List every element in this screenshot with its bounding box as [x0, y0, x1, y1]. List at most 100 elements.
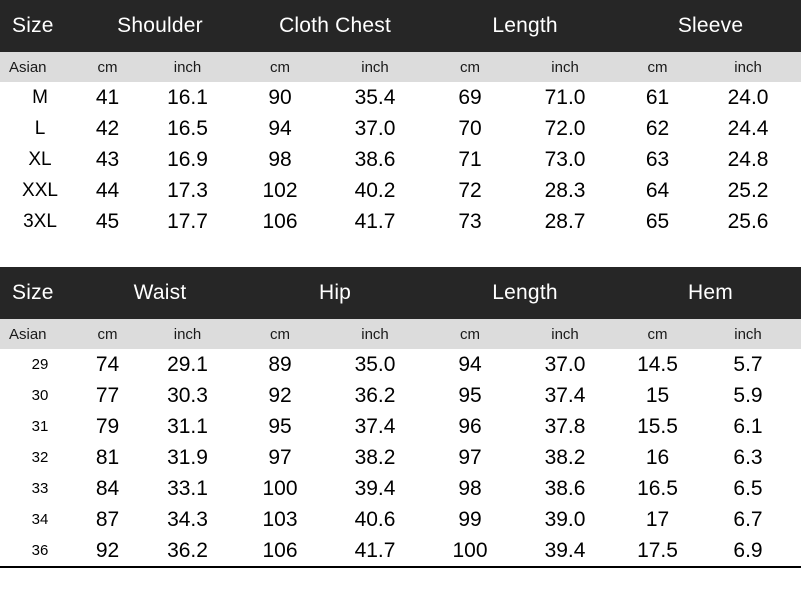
cell-length-inch: 39.0 — [510, 504, 621, 535]
group-header-length: Length — [430, 267, 621, 319]
cell-chest-inch: 40.2 — [320, 175, 431, 206]
cell-shoulder-inch: 16.1 — [135, 82, 241, 113]
cell-hem-inch: 6.5 — [695, 473, 801, 504]
top-size-chart-table: Size Shoulder Cloth Chest Length Sleeve … — [0, 0, 801, 237]
unit-header-hip-inch: inch — [320, 319, 431, 349]
cell-length-cm: 70 — [430, 113, 511, 144]
unit-header-asian: Asian — [0, 52, 80, 82]
cell-chest-inch: 41.7 — [320, 206, 431, 237]
bottom-spacer — [0, 568, 801, 575]
cell-hip-inch: 35.0 — [320, 349, 431, 380]
cell-hem-cm: 15 — [620, 380, 696, 411]
cell-waist-inch: 30.3 — [135, 380, 241, 411]
cell-sleeve-cm: 65 — [620, 206, 696, 237]
group-header-row: Size Waist Hip Length Hem — [0, 267, 801, 319]
row-size-label: 34 — [0, 504, 80, 535]
cell-shoulder-inch: 16.9 — [135, 144, 241, 175]
unit-header-hem-inch: inch — [695, 319, 801, 349]
cell-hip-cm: 103 — [240, 504, 321, 535]
row-size-label: XXL — [0, 175, 80, 206]
table-row: 33 84 33.1 100 39.4 98 38.6 16.5 6.5 — [0, 473, 801, 504]
table-row: 34 87 34.3 103 40.6 99 39.0 17 6.7 — [0, 504, 801, 535]
cell-hip-cm: 100 — [240, 473, 321, 504]
row-size-label: 3XL — [0, 206, 80, 237]
cell-length-cm: 99 — [430, 504, 511, 535]
cell-waist-cm: 74 — [80, 349, 135, 380]
cell-sleeve-cm: 61 — [620, 82, 696, 113]
cell-shoulder-inch: 17.7 — [135, 206, 241, 237]
cell-length-inch: 38.6 — [510, 473, 621, 504]
unit-header-shoulder-cm: cm — [80, 52, 135, 82]
cell-waist-cm: 79 — [80, 411, 135, 442]
row-size-label: 30 — [0, 380, 80, 411]
cell-hip-cm: 89 — [240, 349, 321, 380]
group-header-row: Size Shoulder Cloth Chest Length Sleeve — [0, 0, 801, 52]
cell-sleeve-cm: 63 — [620, 144, 696, 175]
cell-hem-inch: 6.3 — [695, 442, 801, 473]
cell-shoulder-cm: 43 — [80, 144, 135, 175]
row-size-label: 33 — [0, 473, 80, 504]
table-row: M 41 16.1 90 35.4 69 71.0 61 24.0 — [0, 82, 801, 113]
cell-length-cm: 72 — [430, 175, 511, 206]
cell-length-inch: 71.0 — [510, 82, 621, 113]
cell-hem-cm: 15.5 — [620, 411, 696, 442]
unit-header-length-cm: cm — [430, 319, 511, 349]
unit-header-hem-cm: cm — [620, 319, 696, 349]
table-row: 32 81 31.9 97 38.2 97 38.2 16 6.3 — [0, 442, 801, 473]
cell-sleeve-inch: 24.4 — [695, 113, 801, 144]
group-header-size: Size — [0, 0, 80, 52]
row-size-label: 32 — [0, 442, 80, 473]
cell-length-cm: 73 — [430, 206, 511, 237]
cell-hem-inch: 6.7 — [695, 504, 801, 535]
cell-sleeve-cm: 62 — [620, 113, 696, 144]
unit-header-sleeve-cm: cm — [620, 52, 696, 82]
table-separator-gap — [0, 237, 801, 267]
cell-length-cm: 96 — [430, 411, 511, 442]
table-row: XXL 44 17.3 102 40.2 72 28.3 64 25.2 — [0, 175, 801, 206]
group-header-shoulder: Shoulder — [80, 0, 241, 52]
cell-shoulder-cm: 42 — [80, 113, 135, 144]
cell-hem-inch: 5.9 — [695, 380, 801, 411]
size-chart-page: Size Shoulder Cloth Chest Length Sleeve … — [0, 0, 801, 602]
cell-length-cm: 100 — [430, 535, 511, 566]
cell-hem-cm: 16.5 — [620, 473, 696, 504]
cell-sleeve-inch: 25.6 — [695, 206, 801, 237]
unit-header-waist-cm: cm — [80, 319, 135, 349]
row-size-label: 36 — [0, 535, 80, 566]
group-header-cloth-chest: Cloth Chest — [240, 0, 431, 52]
cell-hip-cm: 95 — [240, 411, 321, 442]
cell-waist-inch: 33.1 — [135, 473, 241, 504]
unit-header-length-inch: inch — [510, 319, 621, 349]
row-size-label: L — [0, 113, 80, 144]
bottom-size-chart-table: Size Waist Hip Length Hem Asian cm inch … — [0, 267, 801, 566]
unit-header-length-inch: inch — [510, 52, 621, 82]
cell-length-inch: 37.8 — [510, 411, 621, 442]
cell-length-inch: 73.0 — [510, 144, 621, 175]
cell-waist-inch: 34.3 — [135, 504, 241, 535]
cell-shoulder-cm: 41 — [80, 82, 135, 113]
unit-header-chest-cm: cm — [240, 52, 321, 82]
cell-chest-cm: 102 — [240, 175, 321, 206]
cell-sleeve-cm: 64 — [620, 175, 696, 206]
cell-length-cm: 97 — [430, 442, 511, 473]
cell-hem-cm: 17 — [620, 504, 696, 535]
cell-shoulder-inch: 16.5 — [135, 113, 241, 144]
cell-shoulder-cm: 45 — [80, 206, 135, 237]
cell-waist-inch: 31.9 — [135, 442, 241, 473]
cell-hip-inch: 37.4 — [320, 411, 431, 442]
cell-hip-inch: 40.6 — [320, 504, 431, 535]
row-size-label: 29 — [0, 349, 80, 380]
table-row: L 42 16.5 94 37.0 70 72.0 62 24.4 — [0, 113, 801, 144]
cell-sleeve-inch: 25.2 — [695, 175, 801, 206]
cell-length-inch: 28.3 — [510, 175, 621, 206]
table-row: 29 74 29.1 89 35.0 94 37.0 14.5 5.7 — [0, 349, 801, 380]
cell-length-cm: 94 — [430, 349, 511, 380]
cell-waist-inch: 36.2 — [135, 535, 241, 566]
unit-header-shoulder-inch: inch — [135, 52, 241, 82]
cell-waist-cm: 87 — [80, 504, 135, 535]
cell-hem-inch: 6.1 — [695, 411, 801, 442]
unit-header-sleeve-inch: inch — [695, 52, 801, 82]
cell-length-inch: 37.0 — [510, 349, 621, 380]
group-header-hip: Hip — [240, 267, 431, 319]
cell-hip-inch: 39.4 — [320, 473, 431, 504]
